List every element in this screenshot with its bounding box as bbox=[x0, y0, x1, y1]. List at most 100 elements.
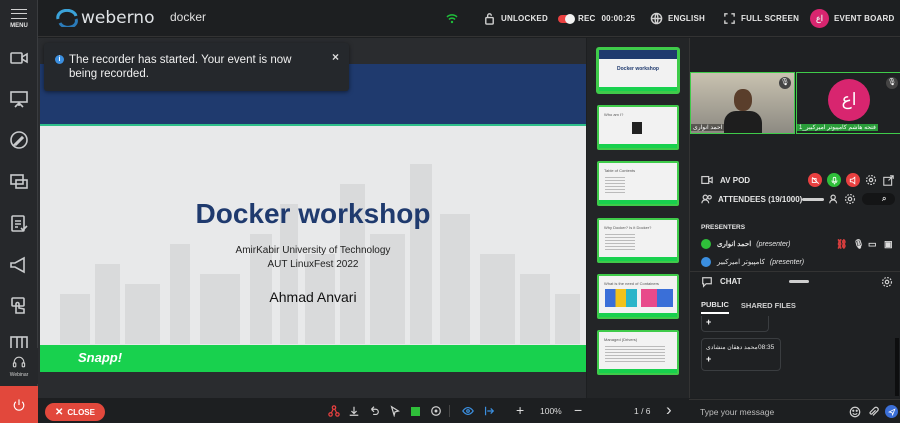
next-slide-button[interactable]: › bbox=[666, 400, 672, 420]
presenter-row[interactable]: احمد انواری (presenter) ⛓ 🎙 ▭ ▣ bbox=[690, 237, 900, 251]
room-name: docker bbox=[170, 10, 207, 24]
send-button[interactable] bbox=[885, 405, 898, 418]
thumbnail-4[interactable]: Why Docker? Is it Docker? bbox=[597, 218, 679, 263]
online-status-icon bbox=[701, 239, 711, 249]
presentation-icon[interactable] bbox=[8, 89, 30, 109]
record-toggle[interactable]: REC 00:00:25 bbox=[558, 0, 635, 37]
signal-icon bbox=[445, 11, 459, 25]
eye-icon[interactable] bbox=[462, 405, 474, 417]
tab-public[interactable]: PUBLIC bbox=[701, 300, 729, 314]
color-swatch[interactable] bbox=[411, 407, 420, 416]
presenter-role: (presenter) bbox=[756, 240, 791, 248]
toolbar-divider bbox=[449, 405, 450, 417]
camera-icon[interactable] bbox=[8, 48, 30, 68]
share-icon[interactable]: ⛓ bbox=[836, 239, 847, 250]
attach-icon[interactable] bbox=[867, 406, 879, 418]
chat-resize-handle[interactable] bbox=[789, 280, 809, 283]
online-status-icon bbox=[701, 257, 711, 267]
logo: weberno bbox=[56, 6, 154, 30]
chat-settings-icon[interactable] bbox=[881, 276, 893, 288]
mic-on-button[interactable] bbox=[827, 173, 841, 187]
unlock-icon bbox=[485, 13, 494, 25]
power-button[interactable] bbox=[0, 386, 38, 423]
language-selector[interactable]: ENGLISH bbox=[650, 0, 705, 37]
mic-indicator-icon: 🎙 bbox=[779, 77, 791, 89]
chat-scrollbar[interactable] bbox=[895, 338, 899, 396]
thumbnail-1[interactable]: Docker workshop bbox=[597, 48, 679, 93]
fullscreen-button[interactable]: FULL SCREEN bbox=[723, 0, 799, 37]
webinar-label: Webinar bbox=[9, 372, 29, 378]
brush-size-icon[interactable] bbox=[430, 405, 442, 417]
chat-label: CHAT bbox=[720, 277, 742, 286]
chat-message-text: + bbox=[706, 317, 712, 327]
info-icon: i bbox=[55, 55, 64, 64]
menu-button[interactable]: MENU bbox=[0, 6, 38, 34]
event-board-button[interactable]: اع EVENT BOARD bbox=[810, 0, 894, 37]
hamburger-icon bbox=[11, 9, 27, 19]
download-icon[interactable] bbox=[348, 405, 360, 417]
camera-off-button[interactable] bbox=[808, 173, 822, 187]
attendee-search-box[interactable] bbox=[862, 193, 895, 205]
attendees-header: ATTENDEES (19/1000) ⌕ bbox=[690, 190, 900, 208]
attendee-video-tile[interactable]: اع 🎙 فتحه هاشم کامپیوتر امیرکبیر_1 bbox=[796, 72, 900, 134]
video-icon[interactable]: ▭ bbox=[868, 239, 877, 250]
presenter-role: (presenter) bbox=[769, 258, 805, 266]
webinar-button[interactable]: Webinar bbox=[0, 348, 38, 384]
manage-users-icon[interactable] bbox=[828, 193, 840, 205]
thumbnail-title: Who am I? bbox=[604, 112, 624, 117]
presenter-video-tile[interactable]: 🎙 احمد انواری bbox=[690, 72, 795, 134]
slide-skyline-bg bbox=[40, 144, 586, 344]
presenter-row[interactable]: کامپیوتر امیرکبیر (presenter) bbox=[690, 256, 900, 268]
poll-icon[interactable] bbox=[8, 213, 30, 233]
pen-icon[interactable] bbox=[8, 130, 30, 150]
thumbnail-2[interactable]: Who am I? bbox=[597, 105, 679, 150]
globe-icon bbox=[650, 12, 663, 25]
left-sidebar: MENU Webinar bbox=[0, 0, 38, 423]
screen-share-icon[interactable] bbox=[8, 172, 30, 192]
tab-shared-files[interactable]: SHARED FILES bbox=[741, 301, 796, 313]
zoom-level: 100% bbox=[540, 406, 562, 416]
users-icon bbox=[701, 193, 713, 205]
toast-close-button[interactable]: × bbox=[332, 50, 339, 64]
zoom-in-button[interactable]: + bbox=[516, 402, 524, 418]
select-cursor-icon[interactable] bbox=[389, 405, 401, 417]
chat-message-prev: + bbox=[701, 316, 769, 332]
thumbnail-3[interactable]: Table of Contents bbox=[597, 161, 679, 206]
thumbnail-5[interactable]: What is the need of Containers bbox=[597, 274, 679, 319]
lock-toggle[interactable]: UNLOCKED bbox=[483, 0, 548, 37]
laser-pointer-icon[interactable] bbox=[328, 405, 340, 417]
av-pod-header: AV POD bbox=[690, 171, 900, 189]
slide-event: AUT LinuxFest 2022 bbox=[267, 259, 359, 270]
chat-sender: محمد دهقان منشادی bbox=[706, 345, 758, 351]
undo-icon[interactable] bbox=[368, 405, 380, 417]
mic-icon[interactable]: 🎙 bbox=[853, 239, 864, 250]
chat-time: 08:35 bbox=[758, 344, 775, 351]
settings-gear-icon[interactable] bbox=[865, 174, 877, 186]
audio-off-button[interactable] bbox=[846, 173, 860, 187]
unlocked-label: UNLOCKED bbox=[501, 14, 548, 23]
attendees-settings-icon[interactable] bbox=[844, 193, 856, 205]
emoji-icon[interactable] bbox=[849, 406, 861, 418]
thumbnail-6[interactable]: Managed (Drivers) bbox=[597, 330, 679, 375]
presentation-slide[interactable]: Docker workshop AmirKabir University of … bbox=[40, 64, 586, 372]
popout-icon[interactable] bbox=[883, 174, 894, 186]
fit-width-icon[interactable] bbox=[483, 405, 495, 417]
close-button[interactable]: ✕ CLOSE bbox=[45, 403, 105, 421]
megaphone-icon[interactable] bbox=[8, 255, 30, 275]
close-label: CLOSE bbox=[67, 407, 95, 417]
top-bar: weberno docker UNLOCKED REC 00:00:25 ENG… bbox=[38, 0, 900, 37]
hand-pointer-icon[interactable] bbox=[8, 296, 30, 316]
slide-title: Docker workshop bbox=[195, 198, 431, 229]
attendee-avatar: اع bbox=[828, 79, 870, 121]
attendees-volume-slider[interactable] bbox=[802, 197, 824, 201]
zoom-out-button[interactable]: − bbox=[574, 402, 582, 418]
slide-footer-band: Snapp! bbox=[40, 345, 586, 372]
rec-label: REC bbox=[578, 14, 596, 23]
screen-icon[interactable]: ▣ bbox=[884, 239, 893, 250]
chat-bubble-icon bbox=[701, 276, 713, 288]
chat-input[interactable]: Type your message bbox=[700, 407, 774, 417]
rec-time: 00:00:25 bbox=[601, 14, 636, 23]
page-indicator: 1 / 6 bbox=[634, 406, 651, 416]
video-camera-icon bbox=[701, 174, 713, 186]
presenter-video-name: احمد انواری bbox=[691, 124, 725, 131]
